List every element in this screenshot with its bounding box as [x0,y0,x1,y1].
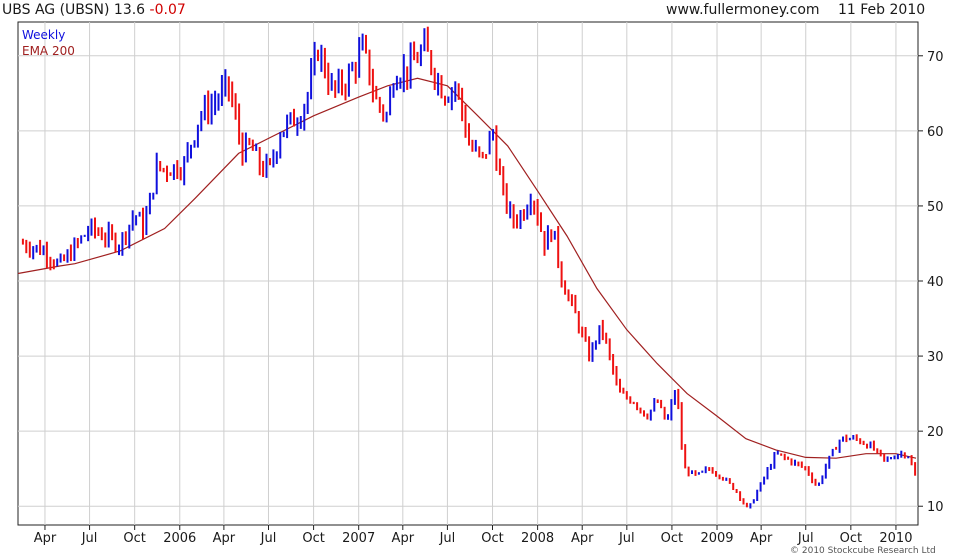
x-tick-label: Apr [213,531,236,546]
x-tick-label: Apr [750,531,773,546]
y-tick-label: 10 [927,500,944,515]
copyright-note: © 2010 Stockcube Research Ltd [790,546,936,556]
x-tick-label: Jul [81,531,98,546]
y-axis: 10 20 30 40 50 60 70 [918,50,944,515]
x-tick-label: 2006 [163,531,196,546]
y-tick-label: 70 [927,50,944,65]
x-axis: Apr Jul Oct 2006 Apr Jul Oct 2007 Apr Jul Oct 2008 A… [34,525,912,546]
x-tick-label: Oct [840,531,862,546]
x-tick-label: Jul [260,531,277,546]
x-tick-label: Oct [123,531,145,546]
y-tick-label: 50 [927,200,944,215]
x-tick-label: Apr [34,531,57,546]
x-tick-label: Jul [439,531,456,546]
x-tick-label: Oct [302,531,324,546]
y-tick-label: 40 [927,275,944,290]
x-tick-label: Apr [571,531,594,546]
x-tick-label: Oct [661,531,683,546]
x-tick-label: Jul [797,531,814,546]
x-tick-label: 2010 [879,531,912,546]
price-chart: 10 20 30 40 50 60 70 Apr Jul Oct 2006 Apr Jul Oct 200… [17,21,944,546]
legend-ema: EMA 200 [22,44,75,58]
y-tick-label: 30 [927,350,944,365]
y-tick-label: 20 [927,425,944,440]
y-tick-label: 60 [927,125,944,140]
x-tick-label: 2007 [342,531,375,546]
x-tick-label: 2009 [700,531,733,546]
ema-series [17,77,917,459]
x-tick-label: 2008 [521,531,554,546]
legend-weekly: Weekly [22,28,65,42]
weekly-series [21,26,917,509]
x-tick-label: Apr [392,531,415,546]
ema-200-line [17,77,917,459]
x-tick-label: Jul [618,531,635,546]
x-tick-label: Oct [481,531,503,546]
plot-frame [17,21,919,526]
grid [18,22,918,525]
